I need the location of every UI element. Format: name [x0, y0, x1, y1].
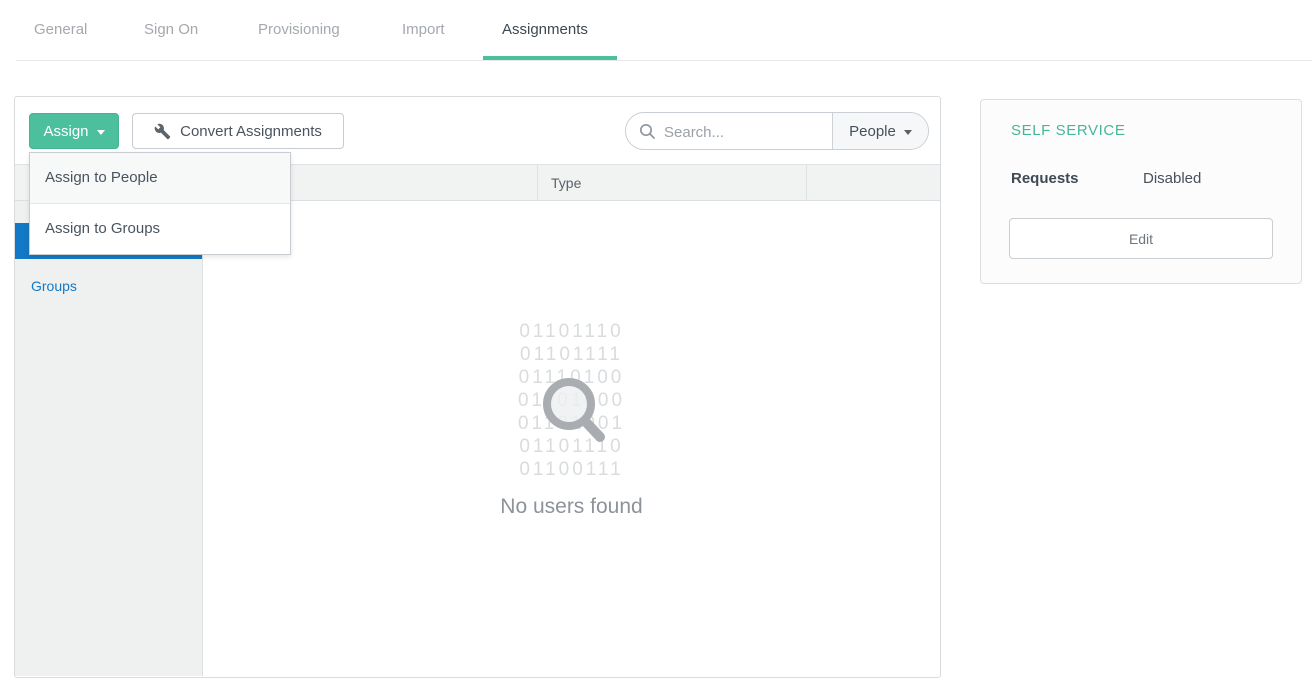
tab-general[interactable]: General	[34, 21, 87, 38]
convert-assignments-button[interactable]: Convert Assignments	[132, 113, 344, 149]
tab-sign-on[interactable]: Sign On	[144, 21, 198, 38]
search-scope-dropdown[interactable]: People	[832, 113, 928, 149]
filter-sidebar: People Groups	[15, 201, 203, 676]
binary-line: 01101110	[203, 320, 940, 343]
search-scope-label: People	[849, 123, 896, 140]
chevron-down-icon	[97, 130, 105, 135]
wrench-icon	[154, 123, 171, 140]
column-header-type: Type	[537, 165, 806, 200]
assign-button[interactable]: Assign	[29, 113, 119, 149]
search-input[interactable]	[662, 114, 826, 150]
convert-assignments-label: Convert Assignments	[180, 123, 322, 140]
search-bar: People	[625, 112, 929, 150]
tab-provisioning[interactable]: Provisioning	[258, 21, 340, 38]
tabs-divider	[16, 60, 1312, 61]
requests-status-value: Disabled	[1143, 170, 1201, 187]
menu-item-assign-to-groups[interactable]: Assign to Groups	[30, 204, 290, 254]
chevron-down-icon	[904, 130, 912, 135]
self-service-title: SELF SERVICE	[1011, 122, 1125, 139]
tab-import[interactable]: Import	[402, 21, 445, 38]
sidebar-item-groups[interactable]: Groups	[15, 271, 202, 301]
empty-state-message: No users found	[203, 495, 940, 519]
tab-assignments[interactable]: Assignments	[502, 21, 588, 38]
magnifier-icon	[536, 371, 620, 455]
column-header-actions	[806, 165, 940, 200]
assignments-panel: Assign Convert Assignments People Type	[14, 96, 941, 678]
binary-line: 01101111	[203, 343, 940, 366]
assign-button-label: Assign	[43, 123, 88, 140]
assign-dropdown-menu: Assign to People Assign to Groups	[29, 152, 291, 255]
search-icon	[639, 123, 656, 140]
edit-button[interactable]: Edit	[1009, 218, 1273, 259]
self-service-panel: SELF SERVICE Requests Disabled Edit	[980, 99, 1302, 284]
menu-item-assign-to-people[interactable]: Assign to People	[30, 153, 290, 203]
app-assignments-screen: General Sign On Provisioning Import Assi…	[0, 0, 1312, 686]
requests-label: Requests	[1011, 170, 1079, 187]
binary-line: 01100111	[203, 458, 940, 481]
